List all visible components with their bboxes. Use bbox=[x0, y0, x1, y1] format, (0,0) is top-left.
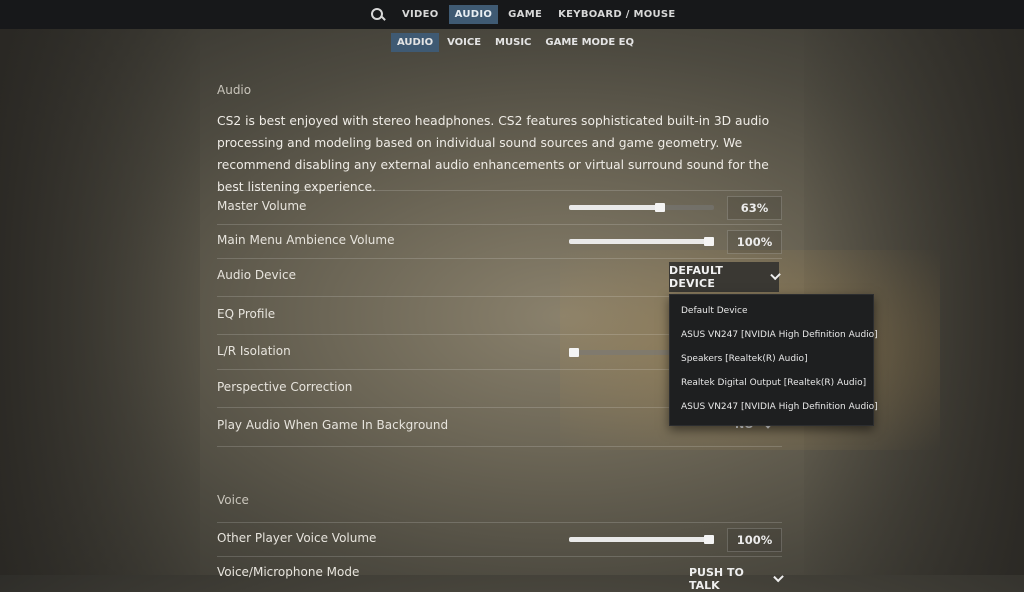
subtab-game-mode-eq[interactable]: GAME MODE EQ bbox=[539, 33, 640, 52]
dropdown-option[interactable]: ASUS VN247 [NVIDIA High Definition Audio… bbox=[681, 402, 878, 412]
main-tabs: VIDEO AUDIO GAME KEYBOARD / MOUSE bbox=[366, 4, 686, 24]
subtab-music[interactable]: MUSIC bbox=[489, 33, 537, 52]
sub-tabs: AUDIO VOICE MUSIC GAME MODE EQ bbox=[391, 33, 642, 52]
master-volume-label: Master Volume bbox=[217, 199, 307, 213]
dropdown-option[interactable]: Speakers [Realtek(R) Audio] bbox=[681, 354, 808, 364]
audio-device-selected: DEFAULT DEVICE bbox=[669, 264, 724, 290]
menu-ambience-slider[interactable] bbox=[569, 237, 714, 246]
audio-section-title: Audio bbox=[217, 83, 252, 97]
audio-device-dropdown: Default Device ASUS VN247 [NVIDIA High D… bbox=[669, 294, 878, 426]
tab-audio[interactable]: AUDIO bbox=[448, 4, 499, 24]
master-volume-row: Master Volume 63% bbox=[217, 190, 782, 225]
menu-ambience-thumb[interactable] bbox=[704, 237, 714, 246]
background-audio-label: Play Audio When Game In Background bbox=[217, 418, 449, 432]
dropdown-option[interactable]: Default Device bbox=[681, 306, 748, 316]
search-icon[interactable] bbox=[366, 4, 388, 24]
other-voice-thumb[interactable] bbox=[704, 535, 714, 544]
menu-ambience-row: Main Menu Ambience Volume 100% bbox=[217, 224, 782, 259]
mic-mode-select[interactable]: PUSH TO TALK bbox=[689, 566, 784, 592]
other-voice-fill bbox=[569, 537, 714, 542]
subtab-audio[interactable]: AUDIO bbox=[391, 33, 440, 52]
audio-device-label: Audio Device bbox=[217, 268, 296, 282]
lr-isolation-thumb[interactable] bbox=[569, 348, 579, 357]
mic-mode-label: Voice/Microphone Mode bbox=[217, 565, 360, 579]
audio-device-select[interactable]: DEFAULT DEVICE bbox=[669, 262, 781, 292]
master-volume-slider[interactable] bbox=[569, 203, 714, 212]
other-voice-value[interactable]: 100% bbox=[727, 528, 782, 552]
dropdown-option[interactable]: ASUS VN247 [NVIDIA High Definition Audio… bbox=[681, 330, 878, 340]
tab-keyboard-mouse[interactable]: KEYBOARD / MOUSE bbox=[552, 5, 681, 24]
eq-profile-label: EQ Profile bbox=[217, 307, 276, 321]
lr-isolation-slider[interactable] bbox=[569, 348, 669, 357]
tab-game[interactable]: GAME bbox=[502, 5, 548, 24]
menu-ambience-label: Main Menu Ambience Volume bbox=[217, 233, 395, 247]
menu-ambience-fill bbox=[569, 239, 714, 244]
master-volume-fill bbox=[569, 205, 661, 210]
other-voice-label: Other Player Voice Volume bbox=[217, 531, 377, 545]
voice-section-title: Voice bbox=[217, 493, 249, 507]
background-left bbox=[0, 0, 200, 575]
dropdown-option[interactable]: Realtek Digital Output [Realtek(R) Audio… bbox=[681, 378, 866, 388]
subtab-voice[interactable]: VOICE bbox=[441, 33, 487, 52]
mic-mode-value: PUSH TO TALK bbox=[689, 566, 744, 592]
lr-isolation-label: L/R Isolation bbox=[217, 344, 291, 358]
chevron-down-icon bbox=[773, 571, 784, 583]
audio-description: CS2 is best enjoyed with stereo headphon… bbox=[217, 114, 770, 194]
tab-video[interactable]: VIDEO bbox=[396, 5, 445, 24]
master-volume-value[interactable]: 63% bbox=[727, 196, 782, 220]
perspective-label: Perspective Correction bbox=[217, 380, 353, 394]
top-nav-bar: VIDEO AUDIO GAME KEYBOARD / MOUSE bbox=[0, 0, 1024, 29]
other-voice-row: Other Player Voice Volume 100% bbox=[217, 522, 782, 557]
master-volume-thumb[interactable] bbox=[655, 203, 666, 212]
other-voice-slider[interactable] bbox=[569, 535, 714, 544]
menu-ambience-value[interactable]: 100% bbox=[727, 230, 782, 254]
